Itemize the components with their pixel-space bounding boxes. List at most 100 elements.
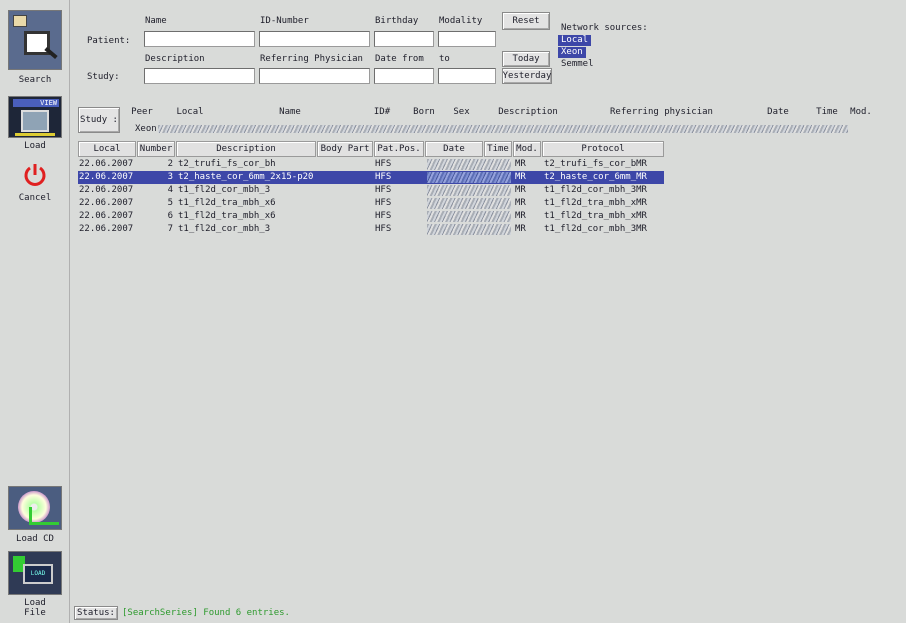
redacted-date-time <box>427 211 511 222</box>
name-input[interactable] <box>144 31 255 47</box>
description-label: Description <box>145 54 205 64</box>
cell-pat-pos: HFS <box>375 159 392 169</box>
table-row[interactable]: 22.06.2007 7 t1_fl2d_cor_mbh_3 HFS MR t1_fl2d… <box>78 223 738 236</box>
column-header-time[interactable]: Time <box>484 141 512 157</box>
study-label: Study: <box>87 72 120 82</box>
redacted-study-row <box>158 125 848 133</box>
cell-description: t1_fl2d_tra_mbh_x6 <box>178 211 276 221</box>
cell-description: t2_trufi_fs_cor_bh <box>178 159 276 169</box>
cell-protocol: t1_fl2d_cor_mbh_3MR <box>544 224 647 234</box>
table-row[interactable]: 22.06.2007 6 t1_fl2d_tra_mbh_x6 HFS MR t1_fl2… <box>78 210 738 223</box>
today-button[interactable]: Today <box>502 51 550 67</box>
name-label: Name <box>145 16 167 26</box>
cell-body-part <box>318 210 373 223</box>
cell-body-part <box>318 223 373 236</box>
study-column-header[interactable]: Born <box>403 107 445 117</box>
column-header-date[interactable]: Date <box>425 141 483 157</box>
study-column-header[interactable]: Time <box>812 107 842 117</box>
cell-body-part <box>318 158 373 171</box>
study-column-header[interactable]: Name <box>219 107 361 117</box>
network-source-local[interactable]: Local <box>558 35 592 46</box>
study-button[interactable]: Study : <box>78 107 120 133</box>
cancel-label: Cancel <box>18 193 52 203</box>
patient-label: Patient: <box>87 36 131 46</box>
cell-body-part <box>318 197 373 210</box>
study-peer-value: Xeon <box>135 124 157 134</box>
modality-label: Modality <box>439 16 483 26</box>
study-column-header[interactable]: Peer <box>123 107 161 117</box>
network-source-semmel[interactable]: Semmel <box>558 59 597 70</box>
referring-physician-label: Referring Physician <box>260 54 363 64</box>
cell-body-part <box>318 171 373 184</box>
cell-local: 22.06.2007 <box>79 172 134 182</box>
power-icon[interactable] <box>22 162 48 188</box>
modality-input[interactable] <box>438 31 496 47</box>
search-button[interactable] <box>8 10 62 70</box>
column-header-local[interactable]: Local <box>78 141 136 157</box>
date-from-input[interactable] <box>374 68 434 84</box>
cell-description: t1_fl2d_tra_mbh_x6 <box>178 198 276 208</box>
study-column-header[interactable]: Mod. <box>843 107 879 117</box>
table-row[interactable]: 22.06.2007 2 t2_trufi_fs_cor_bh HFS MR t2_tru… <box>78 158 738 171</box>
cell-local: 22.06.2007 <box>79 185 134 195</box>
cell-local: 22.06.2007 <box>79 159 134 169</box>
column-header-number[interactable]: Number <box>137 141 175 157</box>
redacted-date-time <box>427 185 511 196</box>
view-badge: VIEW <box>13 99 59 107</box>
cell-number: 3 <box>167 172 173 182</box>
cell-local: 22.06.2007 <box>79 211 134 221</box>
referring-physician-input[interactable] <box>259 68 370 84</box>
series-table: Local Number Description Body Part Pat.Pos. D… <box>78 141 906 586</box>
load-cd-button[interactable] <box>8 486 62 530</box>
study-bar: Study : Peer Local Name ID# Born Sex Descripti… <box>78 105 906 137</box>
cell-description: t1_fl2d_cor_mbh_3 <box>178 185 271 195</box>
id-label: ID-Number <box>260 16 309 26</box>
column-header-pat-pos[interactable]: Pat.Pos. <box>374 141 424 157</box>
yesterday-button[interactable]: Yesterday <box>502 68 552 84</box>
status-bar: Status: [SearchSeries] Found 6 entries. <box>70 604 906 623</box>
birthday-label: Birthday <box>375 16 419 26</box>
date-to-input[interactable] <box>438 68 496 84</box>
table-row[interactable]: 22.06.2007 4 t1_fl2d_cor_mbh_3 HFS MR t1_fl2d… <box>78 184 738 197</box>
column-header-mod[interactable]: Mod. <box>513 141 541 157</box>
column-header-body-part[interactable]: Body Part <box>317 141 373 157</box>
reset-button[interactable]: Reset <box>502 12 550 30</box>
table-row[interactable]: 22.06.2007 5 t1_fl2d_tra_mbh_x6 HFS MR t1_fl2… <box>78 197 738 210</box>
cell-pat-pos: HFS <box>375 172 392 182</box>
study-column-header[interactable]: Sex <box>446 107 477 117</box>
cell-mod: MR <box>515 224 526 234</box>
cell-number: 2 <box>167 159 173 169</box>
cell-local: 22.06.2007 <box>79 198 134 208</box>
cell-pat-pos: HFS <box>375 224 392 234</box>
cell-local: 22.06.2007 <box>79 224 134 234</box>
network-source-xeon[interactable]: Xeon <box>558 47 586 58</box>
load-file-badge: LOAD <box>23 564 53 584</box>
study-column-header[interactable]: Local <box>162 107 218 117</box>
birthday-input[interactable] <box>374 31 434 47</box>
cell-pat-pos: HFS <box>375 185 392 195</box>
id-number-input[interactable] <box>259 31 370 47</box>
description-input[interactable] <box>144 68 255 84</box>
cell-mod: MR <box>515 185 526 195</box>
cell-protocol: t1_fl2d_cor_mbh_3MR <box>544 185 647 195</box>
load-file-label: Load File <box>24 598 46 618</box>
study-column-header[interactable]: ID# <box>362 107 402 117</box>
status-message: [SearchSeries] Found 6 entries. <box>122 608 290 618</box>
study-column-header[interactable]: Referring physician <box>579 107 744 117</box>
cell-mod: MR <box>515 159 526 169</box>
cell-mod: MR <box>515 172 526 182</box>
cell-number: 5 <box>167 198 173 208</box>
cell-description: t2_haste_cor_6mm_2x15-p20 <box>178 172 314 182</box>
series-table-body: 22.06.2007 2 t2_trufi_fs_cor_bh HFS MR t2_tru… <box>78 158 738 248</box>
column-header-description[interactable]: Description <box>176 141 316 157</box>
study-column-header[interactable]: Date <box>745 107 811 117</box>
cell-number: 7 <box>167 224 173 234</box>
study-column-header[interactable]: Description <box>478 107 578 117</box>
cell-protocol: t2_haste_cor_6mm_MR <box>544 172 647 182</box>
load-button[interactable]: VIEW <box>8 96 62 138</box>
cell-protocol: t2_trufi_fs_cor_bMR <box>544 159 647 169</box>
load-file-button[interactable]: LOAD <box>8 551 62 595</box>
table-row[interactable]: 22.06.2007 3 t2_haste_cor_6mm_2x15-p20 HFS M… <box>78 171 664 184</box>
column-header-protocol[interactable]: Protocol <box>542 141 664 157</box>
status-label: Status: <box>74 606 118 620</box>
